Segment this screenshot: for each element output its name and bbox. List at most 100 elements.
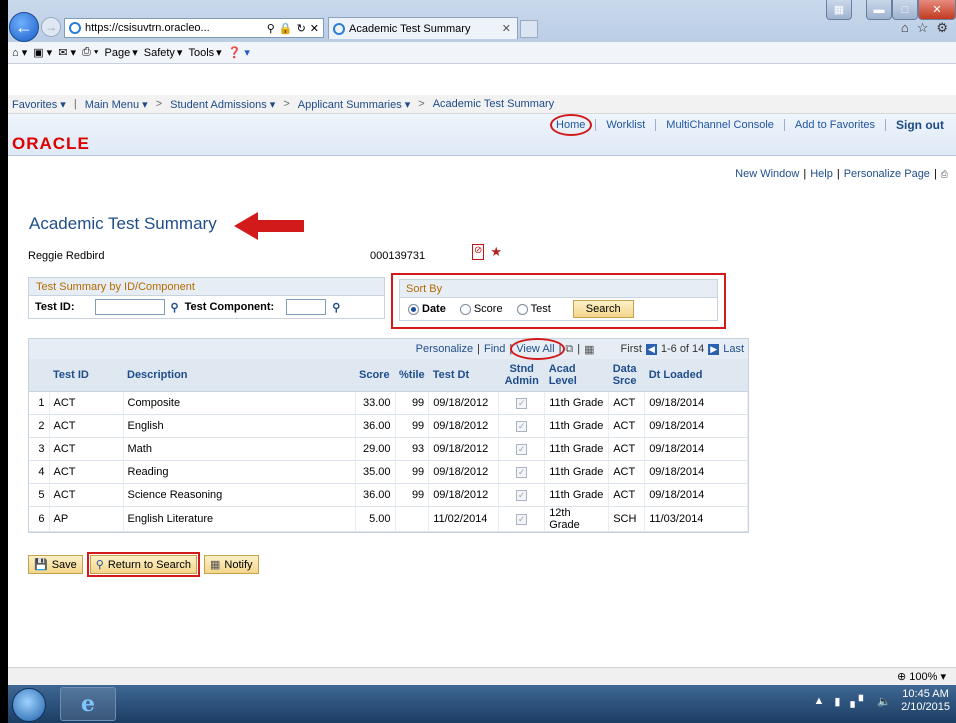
minimize-button[interactable]: ▬ <box>866 0 892 20</box>
prev-page-icon[interactable]: ◀ <box>645 343 657 355</box>
tab-close-icon[interactable]: ✕ <box>502 22 517 35</box>
return-to-search-button[interactable]: ⚲ Return to Search <box>89 555 197 574</box>
network-icon[interactable]: ▮ <box>834 695 840 708</box>
favorites-star-icon[interactable]: ☆ <box>917 20 929 36</box>
table-row[interactable]: 1 ACT Composite 33.00 99 09/18/2012 ✓ 11th Grad… <box>29 391 748 415</box>
address-bar[interactable]: https://csisuvtrn.oracleo... ⚲ 🔒 ↻ ✕ <box>64 18 324 38</box>
zoom-control[interactable]: ⊕ 100% ▾ <box>897 670 946 683</box>
col-dt-loaded[interactable]: Dt Loaded <box>644 359 748 392</box>
status-icons: ⊘ ★ <box>472 244 502 260</box>
test-id-input[interactable] <box>94 299 165 315</box>
new-window-grid-icon[interactable]: ⧉ <box>565 343 573 356</box>
col-description[interactable]: Description <box>123 359 355 392</box>
col-percentile[interactable]: %tile <box>395 359 429 392</box>
home-icon[interactable]: ⌂ <box>901 20 909 36</box>
search-button[interactable]: Search <box>572 300 634 318</box>
close-window-button[interactable]: ✕ <box>918 0 956 20</box>
stnd-admin-checkbox[interactable]: ✓ <box>516 489 528 501</box>
test-component-input[interactable] <box>286 299 327 315</box>
grid-last-link[interactable]: Last <box>723 343 744 355</box>
download-icon[interactable]: ▦ <box>584 343 594 356</box>
page-menu[interactable]: Page ▾ <box>105 46 138 60</box>
crumb-student-admissions[interactable]: Student Admissions ▾ <box>170 98 275 111</box>
safety-menu[interactable]: Safety ▾ <box>144 46 183 60</box>
stnd-admin-checkbox[interactable]: ✓ <box>516 466 528 478</box>
start-button[interactable] <box>12 688 46 722</box>
volume-icon[interactable]: 🔈 <box>877 695 891 708</box>
main-menu[interactable]: Main Menu ▾ <box>85 98 148 111</box>
stnd-admin-checkbox[interactable]: ✓ <box>516 513 528 525</box>
table-row[interactable]: 5 ACT Science Reasoning 36.00 99 09/18/2012 ✓ 1… <box>29 483 748 507</box>
new-tab-button[interactable] <box>520 20 538 38</box>
view-all-link[interactable]: View All <box>510 338 566 360</box>
http-icon[interactable]: ⎙ <box>941 169 948 180</box>
col-data-srce[interactable]: Data Srce <box>608 359 645 392</box>
table-row[interactable]: 6 AP English Literature 5.00 11/02/2014 ✓ 12th… <box>29 506 748 532</box>
cell-test-id: ACT <box>49 460 124 484</box>
col-stnd-admin[interactable]: Stnd Admin <box>498 359 545 392</box>
refresh-icon[interactable]: ↻ <box>297 22 306 35</box>
test-id-label: Test ID: <box>35 301 75 313</box>
gear-icon[interactable]: ⚙ <box>936 20 948 36</box>
close-icon[interactable]: ✕ <box>310 22 323 35</box>
stnd-admin-checkbox[interactable]: ✓ <box>516 420 528 432</box>
stnd-admin-checkbox[interactable]: ✓ <box>516 397 528 409</box>
col-test-dt[interactable]: Test Dt <box>428 359 499 392</box>
cell-data-srce: ACT <box>608 391 646 415</box>
grid-find-link[interactable]: Find <box>484 343 505 355</box>
test-id-lookup-icon[interactable]: ⚲ <box>171 301 179 314</box>
cell-acad-level: 12th Grade <box>544 506 610 532</box>
col-acad-level[interactable]: Acad Level <box>544 359 609 392</box>
cell-test-id: ACT <box>49 483 124 507</box>
notify-button[interactable]: ▦ Notify <box>204 555 259 574</box>
sort-test-option[interactable]: Test <box>516 303 551 315</box>
crumb-academic-test-summary[interactable]: Academic Test Summary <box>433 98 554 110</box>
test-component-lookup-icon[interactable]: ⚲ <box>332 301 340 314</box>
sort-by-header: Sort By <box>400 280 717 298</box>
personalize-page-link[interactable]: Personalize Page <box>844 168 930 180</box>
add-to-favorites-link[interactable]: Add to Favorites <box>785 119 886 131</box>
cell-data-srce: ACT <box>608 437 646 461</box>
col-test-id[interactable]: Test ID <box>49 359 123 392</box>
row-number: 4 <box>29 460 50 484</box>
crumb-applicant-summaries[interactable]: Applicant Summaries ▾ <box>298 98 411 111</box>
sort-date-option[interactable]: Date <box>408 303 446 315</box>
grid-personalize-link[interactable]: Personalize <box>416 343 473 355</box>
mail-icon[interactable]: ✉ ▾ <box>58 46 76 59</box>
next-page-icon[interactable]: ▶ <box>708 343 720 355</box>
view-all-annotation-oval <box>510 338 566 360</box>
tab-academic-test-summary[interactable]: Academic Test Summary ✕ <box>328 17 518 39</box>
feeds-icon[interactable]: ▣ ▾ <box>33 46 52 59</box>
multichannel-console-link[interactable]: MultiChannel Console <box>656 119 785 131</box>
cell-score: 29.00 <box>355 437 396 461</box>
table-row[interactable]: 4 ACT Reading 35.00 99 09/18/2012 ✓ 11th Grade A… <box>29 460 748 484</box>
sort-score-option[interactable]: Score <box>459 303 503 315</box>
student-name: Reggie Redbird <box>28 250 105 262</box>
window-extra-button[interactable]: ▦ <box>826 0 852 20</box>
forward-button[interactable]: → <box>41 17 61 37</box>
ie-taskbar-icon[interactable]: e <box>60 687 116 721</box>
worklist-link[interactable]: Worklist <box>596 119 657 131</box>
table-row[interactable]: 2 ACT English 36.00 99 09/18/2012 ✓ 11th Grade A… <box>29 414 748 438</box>
tools-menu[interactable]: Tools ▾ <box>188 46 221 60</box>
sign-out-link[interactable]: Sign out <box>886 118 954 132</box>
new-window-link[interactable]: New Window <box>735 168 799 180</box>
search-icon[interactable]: ⚲ <box>267 22 275 35</box>
back-button[interactable]: ← <box>9 12 39 42</box>
search-icon: ⚲ <box>95 559 104 571</box>
table-row[interactable]: 3 ACT Math 29.00 93 09/18/2012 ✓ 11th Grade ACT 0… <box>29 437 748 461</box>
maximize-button[interactable]: □ <box>892 0 918 20</box>
stnd-admin-checkbox[interactable]: ✓ <box>516 443 528 455</box>
help-link[interactable]: Help <box>810 168 833 180</box>
results-table: Test ID Description Score %tile Test Dt … <box>29 359 748 532</box>
save-button[interactable]: 💾 Save <box>28 555 83 574</box>
home-cmd-icon[interactable]: ⌂ ▾ <box>12 46 27 59</box>
tray-expand-icon[interactable]: ▲ <box>813 695 824 707</box>
favorites-menu[interactable]: Favorites ▾ <box>12 98 66 111</box>
signal-icon[interactable]: ▖▘ <box>850 695 867 708</box>
help-icon[interactable]: ❓ ▾ <box>228 46 250 59</box>
print-icon[interactable]: ⎙ ▾ <box>82 46 98 59</box>
col-score[interactable]: Score <box>355 359 395 392</box>
home-link[interactable]: Home <box>546 114 597 136</box>
clock[interactable]: 10:45 AM 2/10/2015 <box>901 688 950 714</box>
